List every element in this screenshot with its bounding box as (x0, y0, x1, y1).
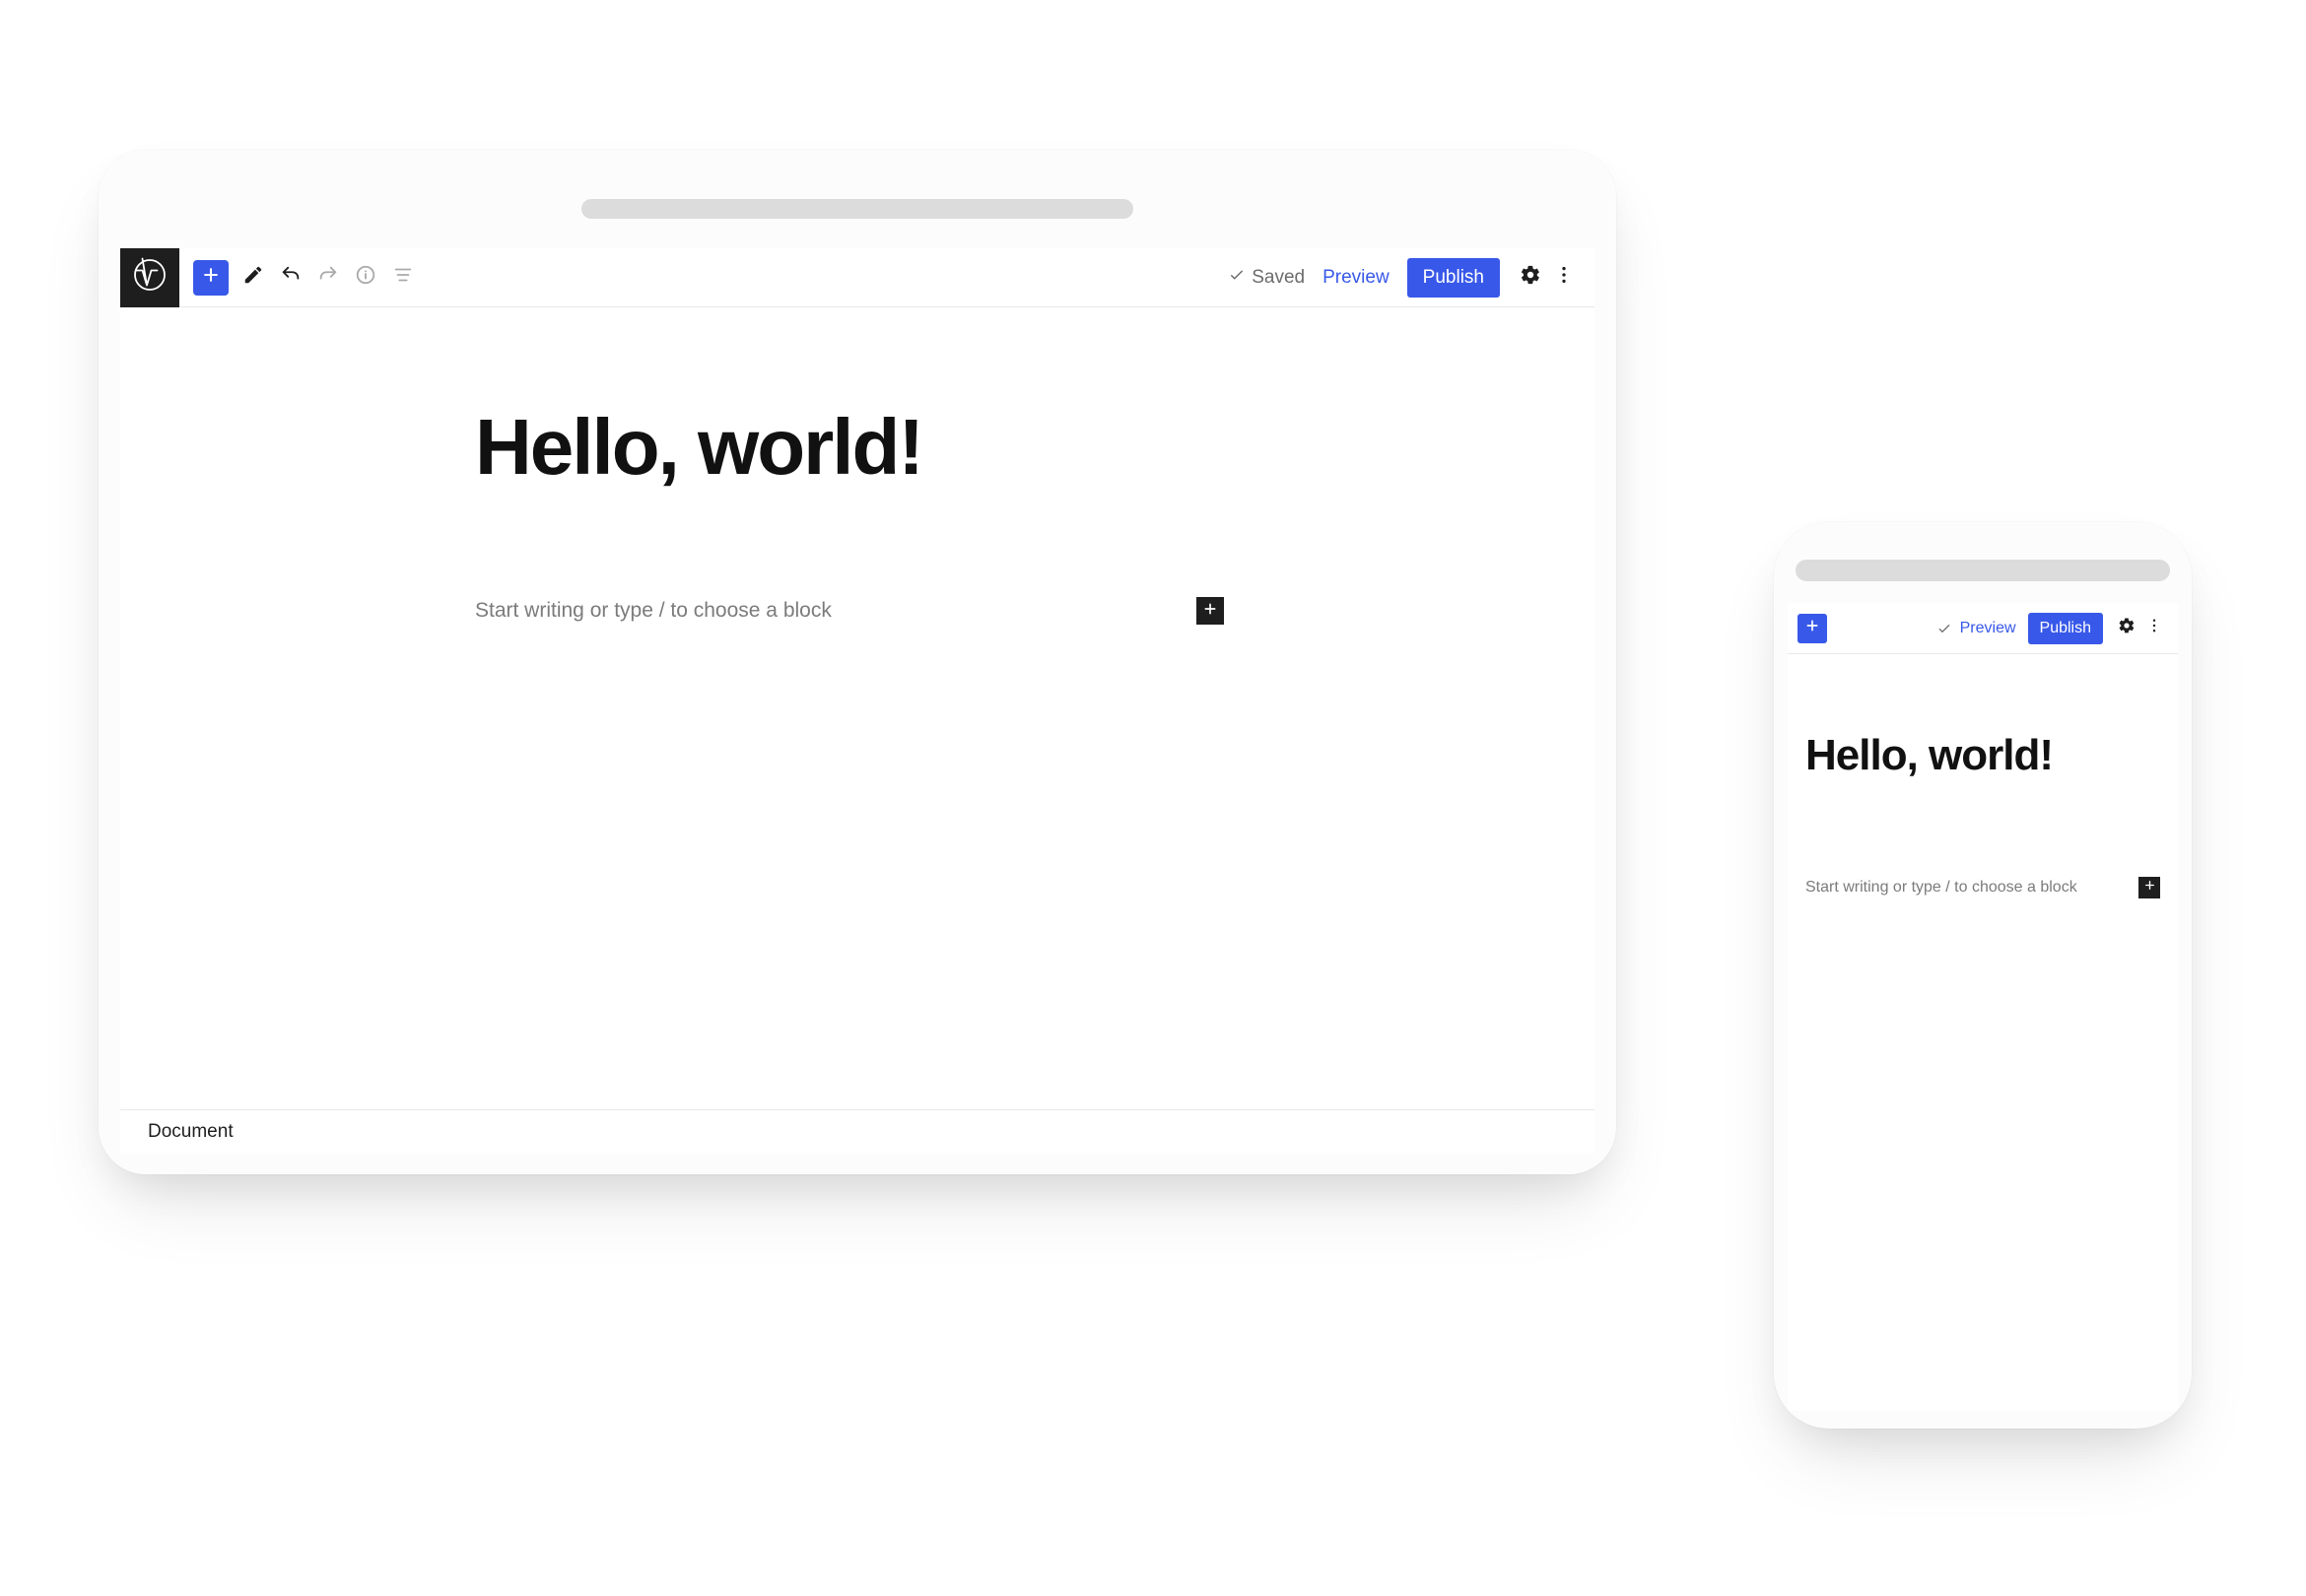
phone-speaker-bar (1796, 560, 2170, 581)
tablet-speaker-bar (581, 199, 1133, 219)
block-placeholder-text: Start writing or type / to choose a bloc… (475, 599, 832, 623)
mobile-preview-button[interactable]: Preview (1960, 620, 2016, 637)
more-vertical-icon (2145, 617, 2163, 639)
mobile-save-status-icon (1936, 621, 1952, 636)
editor-toolbar: Saved Preview Publish (120, 248, 1594, 307)
check-icon (1228, 266, 1246, 290)
plus-icon (201, 265, 221, 290)
mobile-settings-button[interactable] (2113, 615, 2140, 642)
wordpress-icon (132, 257, 168, 298)
mobile-empty-block-row[interactable]: Start writing or type / to choose a bloc… (1805, 877, 2160, 898)
mobile-inline-add-block-button[interactable] (2138, 877, 2160, 898)
plus-icon (1804, 618, 1820, 638)
post-title-input[interactable]: Hello, world! (475, 406, 1244, 489)
redo-button[interactable] (309, 259, 347, 297)
undo-icon (280, 264, 302, 291)
redo-icon (317, 264, 339, 291)
info-button[interactable] (347, 259, 384, 297)
save-status: Saved (1228, 266, 1305, 290)
undo-button[interactable] (272, 259, 309, 297)
more-vertical-icon (1553, 264, 1575, 291)
edit-tool-button[interactable] (235, 259, 272, 297)
mobile-editor-canvas[interactable]: Hello, world! Start writing or type / to… (1788, 654, 2178, 898)
phone-screen: Preview Publish Hello, world! (1788, 603, 2178, 1411)
saved-label: Saved (1252, 267, 1305, 289)
tablet-device-frame: Saved Preview Publish (99, 150, 1616, 1174)
outline-button[interactable] (384, 259, 422, 297)
tablet-screen: Saved Preview Publish (120, 248, 1594, 1153)
wordpress-logo-button[interactable] (120, 248, 179, 307)
gear-icon (2118, 617, 2136, 639)
mobile-add-block-button[interactable] (1797, 614, 1827, 643)
add-block-button[interactable] (193, 260, 229, 296)
mobile-more-options-button[interactable] (2140, 615, 2168, 642)
mobile-block-placeholder-text: Start writing or type / to choose a bloc… (1805, 879, 2077, 897)
mobile-post-title-input[interactable]: Hello, world! (1805, 733, 2160, 778)
gear-icon (1520, 264, 1541, 291)
mobile-editor-toolbar: Preview Publish (1788, 603, 2178, 654)
publish-button[interactable]: Publish (1407, 258, 1500, 298)
phone-device-frame: Preview Publish Hello, world! (1774, 522, 2192, 1429)
plus-icon (2143, 879, 2156, 897)
breadcrumb-root[interactable]: Document (148, 1121, 234, 1143)
info-icon (355, 264, 376, 291)
plus-icon (1202, 601, 1218, 622)
more-options-button[interactable] (1547, 261, 1581, 295)
inline-add-block-button[interactable] (1196, 597, 1224, 625)
pencil-icon (242, 264, 264, 291)
settings-button[interactable] (1514, 261, 1547, 295)
block-breadcrumb[interactable]: Document (120, 1109, 1594, 1153)
editor-canvas[interactable]: Hello, world! Start writing or type / to… (120, 307, 1594, 1109)
list-outline-icon (392, 264, 414, 291)
preview-button[interactable]: Preview (1323, 267, 1390, 289)
empty-block-row[interactable]: Start writing or type / to choose a bloc… (475, 597, 1224, 625)
mobile-publish-button[interactable]: Publish (2028, 613, 2103, 644)
